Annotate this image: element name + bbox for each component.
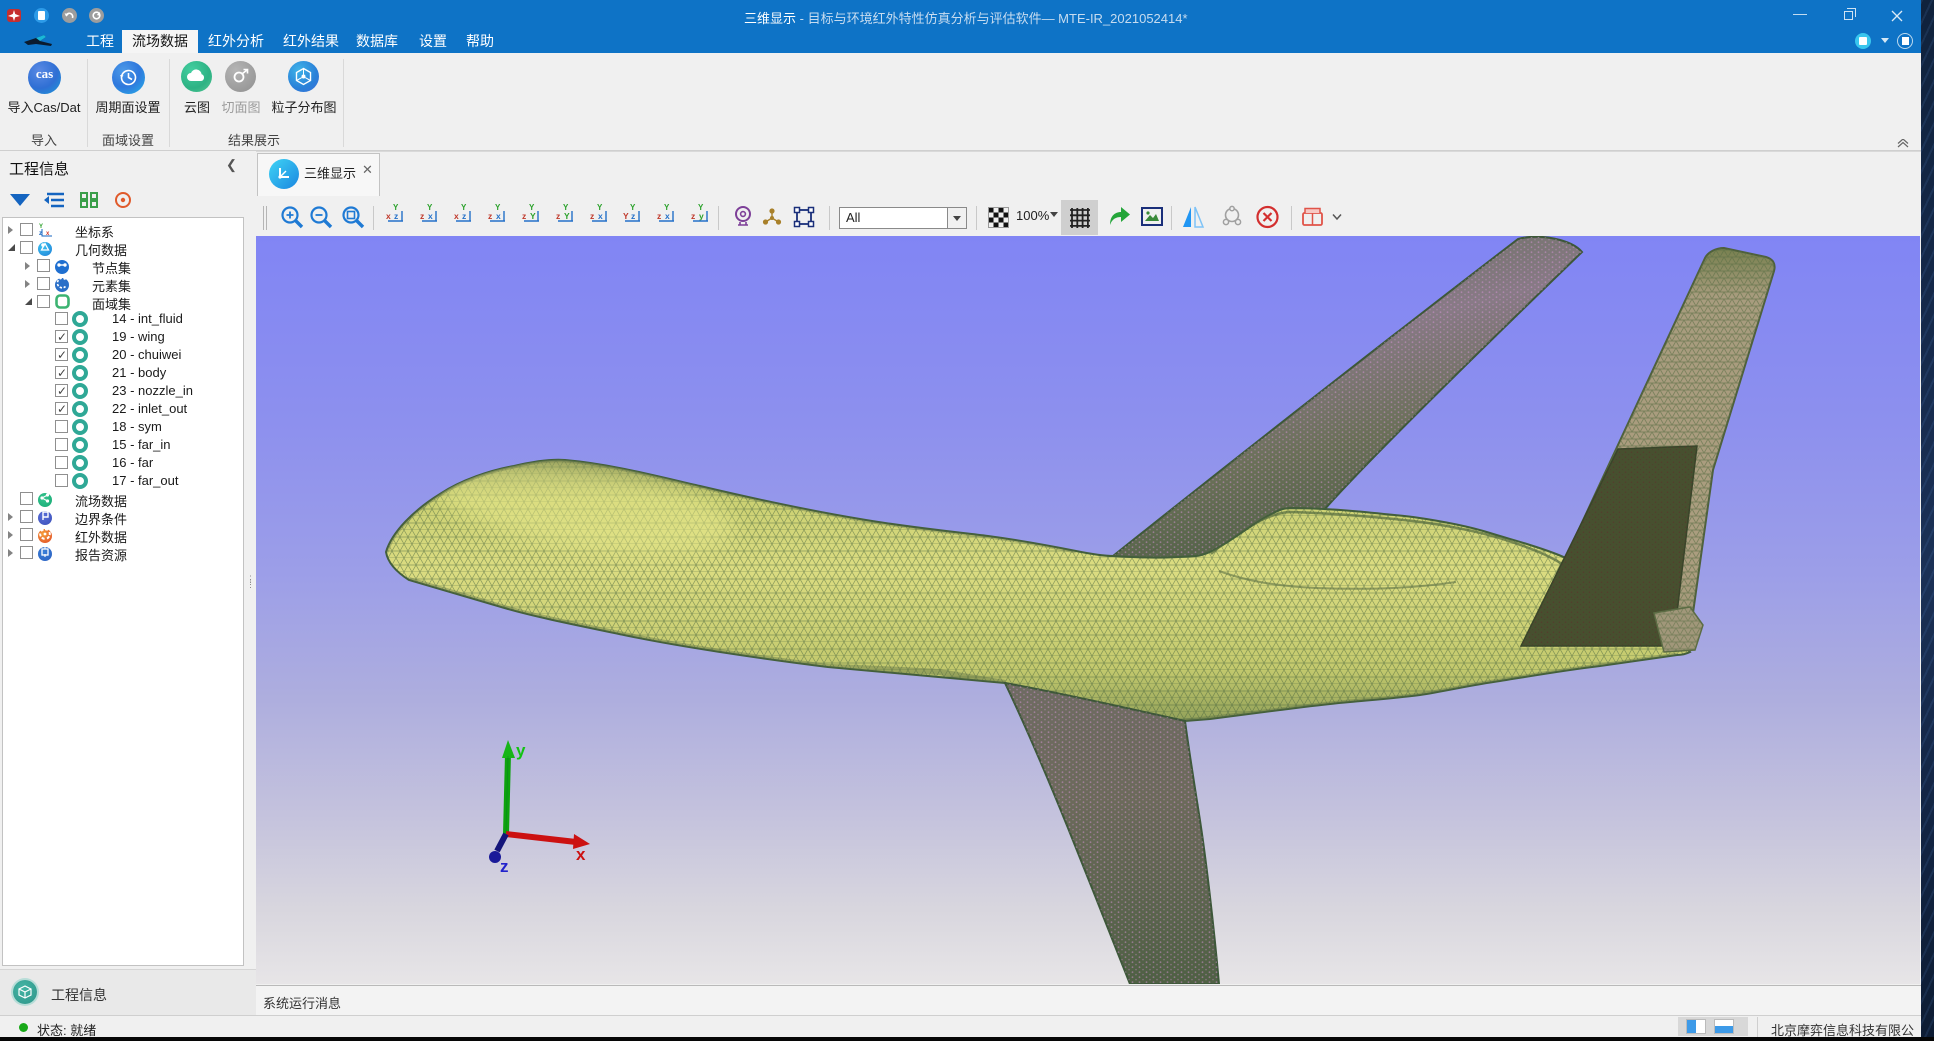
svg-text:x: x <box>454 211 459 221</box>
svg-text:Y: Y <box>393 203 399 212</box>
svg-text:Y: Y <box>630 203 636 212</box>
svg-text:Y: Y <box>529 203 535 212</box>
svg-text:Y: Y <box>698 203 704 212</box>
svg-text:z: z <box>556 211 560 221</box>
svg-text:Y: Y <box>564 211 570 221</box>
svg-text:x: x <box>496 211 501 221</box>
svg-text:z: z <box>691 211 695 221</box>
svg-text:Y: Y <box>563 203 569 212</box>
svg-text:x: x <box>665 211 670 221</box>
svg-text:x: x <box>386 211 391 221</box>
svg-text:z: z <box>657 211 661 221</box>
svg-text:z: z <box>462 211 466 221</box>
svg-text:z: z <box>420 211 424 221</box>
svg-text:z: z <box>590 211 594 221</box>
svg-text:x: x <box>598 211 603 221</box>
svg-text:z: z <box>394 211 398 221</box>
svg-text:Y: Y <box>461 203 467 212</box>
svg-text:x: x <box>576 845 586 864</box>
svg-text:Y: Y <box>427 203 433 212</box>
svg-text:Y: Y <box>664 203 670 212</box>
svg-text:z: z <box>631 211 635 221</box>
svg-text:Y: Y <box>623 211 629 221</box>
svg-text:Y: Y <box>495 203 501 212</box>
svg-text:y: y <box>516 741 526 760</box>
svg-text:z: z <box>522 211 526 221</box>
svg-text:z: z <box>500 857 509 876</box>
svg-text:Y: Y <box>597 203 603 212</box>
svg-text:Y: Y <box>530 211 536 221</box>
svg-text:z: z <box>488 211 492 221</box>
svg-text:x: x <box>428 211 433 221</box>
svg-text:y: y <box>699 211 704 221</box>
